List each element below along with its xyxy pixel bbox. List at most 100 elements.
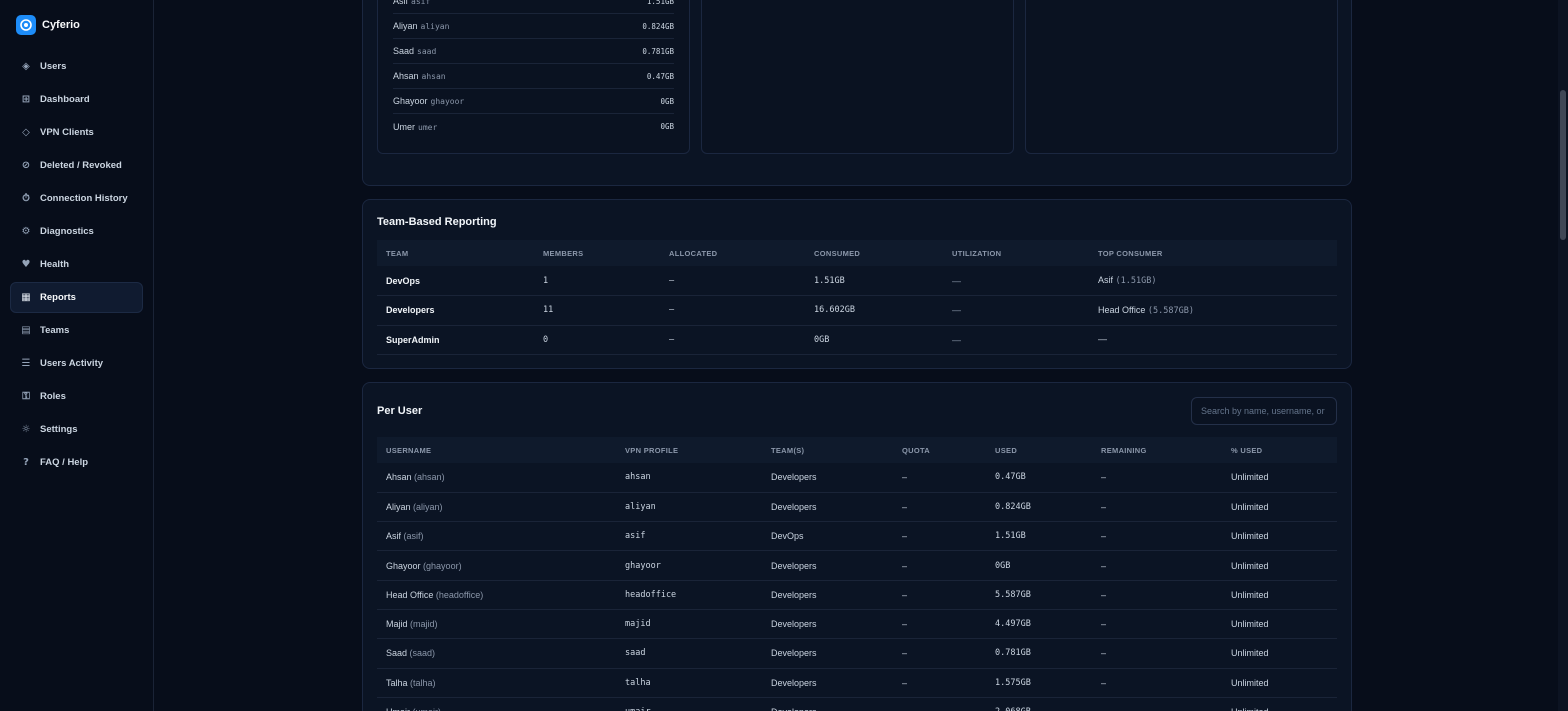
sidebar-item-dashboard[interactable]: ⊞ Dashboard xyxy=(10,84,143,115)
username-cell: Asif (asif) xyxy=(377,521,616,552)
sidebar-item-vpn-clients[interactable]: ◇ VPN Clients xyxy=(10,117,143,148)
user-handle: (headoffice) xyxy=(435,589,484,600)
sidebar-item-label: FAQ / Help xyxy=(40,457,89,468)
user-quota: – xyxy=(893,697,986,711)
user-percent-used: Unlimited xyxy=(1222,521,1337,552)
team-utilization: — xyxy=(943,295,1089,326)
user-name: Head Office xyxy=(386,589,434,600)
user-remaining: – xyxy=(1092,668,1222,698)
user-teams: DevOps xyxy=(762,521,893,552)
dashboard-icon: ⊞ xyxy=(21,94,31,105)
per-user-title: Per User xyxy=(377,405,423,417)
user-remaining: – xyxy=(1092,521,1222,552)
sidebar-item-reports[interactable]: ▦ Reports xyxy=(10,282,143,313)
top-consumer-name: Asif xyxy=(1098,275,1114,285)
usage-value: 0.47GB xyxy=(646,71,674,81)
user-used: 0GB xyxy=(986,550,1092,581)
username-cell: Majid (majid) xyxy=(377,609,616,640)
sidebar-item-label: Teams xyxy=(40,325,70,336)
table-row[interactable]: Asif (asif) asif DevOps –1.51GB – Unlimited xyxy=(377,521,1337,552)
per-user-table: USERNAME VPN PROFILE TEAM(S) QUOTA USED REMAI… xyxy=(377,437,1337,711)
user-handle: (saad) xyxy=(409,648,436,659)
column-header: USERNAME xyxy=(386,445,432,455)
team-reporting-card: Team-Based Reporting TEAM MEMBERS ALLOCATE… xyxy=(362,199,1352,369)
sidebar-item-faq-help[interactable]: ? FAQ / Help xyxy=(10,447,143,478)
column-header: UTILIZATION xyxy=(952,248,1002,258)
username-cell: Ghayoor (ghayoor) xyxy=(377,550,616,581)
top-consumer-name: Head Office xyxy=(1098,304,1146,315)
username-cell: Talha (talha) xyxy=(377,668,616,698)
top-usage-panel: Asif asif 1.51GB Aliyan aliyan 0.824GB Saad saa… xyxy=(377,0,690,154)
user-percent-used: Unlimited xyxy=(1222,492,1337,523)
table-row[interactable]: Umair (umair)umairDevelopers–2.068GB–Unl… xyxy=(377,697,1337,711)
sidebar-item-health[interactable]: ♥ Health xyxy=(10,249,143,280)
user-name: Majid xyxy=(386,619,408,630)
usage-user: Asif asif xyxy=(393,0,430,6)
user-handle: umer xyxy=(418,122,438,132)
user-teams: Developers xyxy=(762,463,893,493)
usage-value: 0.781GB xyxy=(642,46,674,56)
user-used: 0.781GB xyxy=(986,638,1092,669)
table-row[interactable]: Developers 11–16.602GB — Head Office (5.587… xyxy=(377,295,1337,326)
user-handle: (asif) xyxy=(403,531,424,542)
user-handle: (ghayoor) xyxy=(423,560,462,571)
vpn-profile: aliyan xyxy=(616,492,762,523)
page-scrollbar[interactable] xyxy=(1558,0,1568,711)
user-percent-used: Unlimited xyxy=(1222,550,1337,581)
sidebar-item-label: Reports xyxy=(40,292,76,303)
username-cell: Umair (umair) xyxy=(377,697,616,711)
sidebar-item-roles[interactable]: ⚿ Roles xyxy=(10,381,143,412)
table-row[interactable]: Ahsan (ahsan) ahsan Developers –0.47GB – Unli… xyxy=(377,463,1337,493)
user-used: 4.497GB xyxy=(986,609,1092,640)
username-cell: Aliyan (aliyan) xyxy=(377,492,616,523)
usage-overview-card: Asif asif 1.51GB Aliyan aliyan 0.824GB Saad saa… xyxy=(362,0,1352,186)
sidebar-item-label: Roles xyxy=(40,391,66,402)
table-row[interactable]: Aliyan (aliyan) aliyan Developers –0.824GB –… xyxy=(377,492,1337,523)
table-row[interactable]: Ghayoor (ghayoor) ghayoor Developers –0GB – U… xyxy=(377,550,1337,581)
column-header: USED xyxy=(995,445,1018,455)
users-icon: ◈ xyxy=(22,61,30,72)
settings-icon: ☼ xyxy=(21,424,31,435)
connection-history-icon: ⏱ xyxy=(22,193,30,204)
teams-icon: ▤ xyxy=(21,325,31,336)
user-used: 1.575GB xyxy=(986,668,1092,698)
sidebar-item-label: VPN Clients xyxy=(40,127,94,138)
sidebar-item-teams[interactable]: ▤ Teams xyxy=(10,315,143,346)
table-row[interactable]: Head Office (headoffice) headoffice Develo… xyxy=(377,580,1337,610)
sidebar-item-settings[interactable]: ☼ Settings xyxy=(10,414,143,445)
usage-user: Aliyan aliyan xyxy=(393,21,449,31)
vpn-profile: ahsan xyxy=(616,463,762,493)
sidebar-item-users-activity[interactable]: ☰ Users Activity xyxy=(10,348,143,379)
health-icon: ♥ xyxy=(21,259,31,270)
user-name: Ghayoor xyxy=(386,560,421,571)
user-percent-used: Unlimited xyxy=(1222,668,1337,698)
column-header: ALLOCATED xyxy=(669,248,718,258)
user-quota: – xyxy=(893,550,986,581)
sidebar-item-deleted-revoked[interactable]: ⊘ Deleted / Revoked xyxy=(10,150,143,181)
main-content: Asif asif 1.51GB Aliyan aliyan 0.824GB Saad saa… xyxy=(154,0,1568,711)
user-name: Saad xyxy=(386,648,408,659)
team-top-consumer: Asif (1.51GB) xyxy=(1089,266,1337,296)
user-name: Aliyan xyxy=(386,501,411,512)
user-percent-used: Unlimited xyxy=(1222,638,1337,669)
table-row[interactable]: Majid (majid) majid Developers –4.497GB – Unl… xyxy=(377,609,1337,640)
vpn-clients-icon: ◇ xyxy=(22,127,30,138)
sidebar: Cyferio ◈ Users ⊞ Dashboard ◇ VPN Clients ⊘ Del… xyxy=(0,0,154,711)
username-cell: Saad (saad) xyxy=(377,638,616,669)
sidebar-item-connection-history[interactable]: ⏱ Connection History xyxy=(10,183,143,214)
sidebar-item-diagnostics[interactable]: ⚙ Diagnostics xyxy=(10,216,143,247)
usage-panel-2 xyxy=(701,0,1014,154)
team-members: 1 xyxy=(534,266,660,296)
team-allocated: – xyxy=(660,266,805,296)
sidebar-item-users[interactable]: ◈ Users xyxy=(10,51,143,82)
table-row[interactable]: DevOps 1–1.51GB — Asif (1.51GB) xyxy=(377,266,1337,296)
table-row[interactable]: SuperAdmin 0–0GB — — xyxy=(377,325,1337,355)
table-row[interactable]: Saad (saad) saad Developers –0.781GB – Unlimi… xyxy=(377,638,1337,669)
user-used: 0.47GB xyxy=(986,463,1092,493)
user-remaining: – xyxy=(1092,609,1222,640)
user-search-input[interactable] xyxy=(1191,397,1337,425)
user-handle: aliyan xyxy=(420,22,450,31)
brand[interactable]: Cyferio xyxy=(0,0,153,50)
scrollbar-thumb[interactable] xyxy=(1560,90,1566,240)
table-row[interactable]: Talha (talha) talha Developers –1.575GB – Unl… xyxy=(377,668,1337,698)
